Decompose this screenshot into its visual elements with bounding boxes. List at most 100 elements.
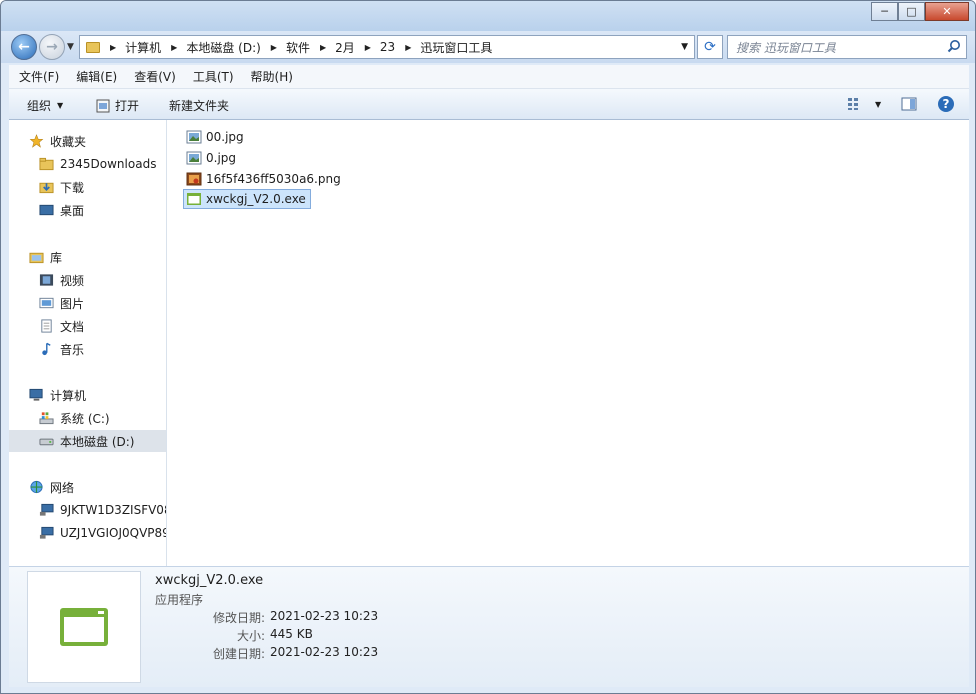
search-input[interactable]: 搜索 迅玩窗口工具 [727, 35, 967, 59]
view-options-icon [848, 98, 858, 110]
address-bar[interactable]: ▶ 计算机 ▶ 本地磁盘 (D:) ▶ 软件 ▶ 2月 ▶ 23 ▶ 迅玩窗口工… [79, 35, 695, 59]
nav-item-label: UZJ1VGIOJ0QVP89 [60, 526, 167, 540]
chevron-right-icon[interactable]: ▶ [320, 43, 326, 52]
file-item[interactable]: 00.jpg [186, 127, 248, 147]
content-area: 收藏夹 2345Downloads 下载 桌面 库 视频 图片 文档 音乐 计算… [9, 120, 969, 566]
navigation-pane[interactable]: 收藏夹 2345Downloads 下载 桌面 库 视频 图片 文档 音乐 计算… [9, 120, 167, 566]
menu-file[interactable]: 文件(F) [19, 68, 59, 85]
nav-favorites-label: 收藏夹 [50, 134, 87, 149]
new-folder-label: 新建文件夹 [169, 99, 230, 113]
close-button[interactable]: ✕ [925, 2, 969, 21]
nav-item-pictures[interactable]: 图片 [9, 292, 166, 314]
organize-label: 组织 [27, 99, 52, 113]
video-icon [39, 274, 54, 286]
nav-item-music[interactable]: 音乐 [9, 338, 166, 360]
address-dropdown-button[interactable]: ▼ [681, 42, 688, 52]
recent-pages-dropdown[interactable]: ▼ [67, 42, 74, 52]
svg-text:?: ? [943, 97, 950, 111]
chevron-right-icon[interactable]: ▶ [171, 43, 177, 52]
exe-app-icon [187, 193, 201, 205]
open-button[interactable]: 打开 [96, 97, 139, 114]
chevron-right-icon[interactable]: ▶ [365, 43, 371, 52]
menu-bar: 文件(F) 编辑(E) 查看(V) 工具(T) 帮助(H) [9, 65, 969, 89]
nav-item-documents[interactable]: 文档 [9, 315, 166, 337]
arrow-left-icon: ← [18, 39, 30, 55]
details-size-value: 445 KB [270, 627, 313, 641]
nav-item-label: 桌面 [60, 203, 85, 218]
title-bar[interactable]: ─ □ ✕ [1, 1, 975, 31]
maximize-button[interactable]: □ [898, 2, 925, 21]
file-item-selected[interactable]: xwckgj_V2.0.exe [183, 189, 311, 209]
chevron-right-icon[interactable]: ▶ [110, 43, 116, 52]
window-controls: ─ □ ✕ [871, 2, 969, 21]
nav-item-label: 文档 [60, 319, 85, 334]
nav-item-label: 音乐 [60, 342, 85, 357]
breadcrumb-item-drive-d[interactable]: 本地磁盘 (D:) [186, 39, 260, 56]
change-view-button[interactable]: ▼ [847, 97, 881, 111]
nav-item-label: 下载 [60, 180, 85, 195]
details-modified-label: 修改日期: [212, 611, 265, 625]
help-icon: ? [938, 96, 954, 112]
nav-item-videos[interactable]: 视频 [9, 269, 166, 291]
refresh-button[interactable]: ⟳ [697, 35, 723, 59]
details-file-type: 应用程序 [155, 593, 204, 607]
nav-network-label: 网络 [50, 480, 75, 495]
folder-icon [86, 41, 100, 53]
preview-pane-icon [901, 97, 917, 111]
file-item[interactable]: 16f5f436ff5030a6.png [186, 169, 345, 189]
details-modified-value[interactable]: 2021-02-23 10:23 [270, 609, 378, 623]
menu-tools[interactable]: 工具(T) [193, 68, 234, 85]
file-item[interactable]: 0.jpg [186, 148, 240, 168]
nav-network[interactable]: 网络 [9, 476, 166, 498]
nav-item-network-pc-2[interactable]: UZJ1VGIOJ0QVP89 [9, 522, 167, 544]
nav-item-desktop[interactable]: 桌面 [9, 199, 166, 221]
network-computer-icon [39, 503, 54, 516]
organize-button[interactable]: 组织 ▼ [27, 97, 63, 114]
details-size-label: 大小: [236, 629, 265, 643]
image-icon [186, 151, 202, 165]
pictures-icon [39, 297, 54, 309]
nav-item-drive-d[interactable]: 本地磁盘 (D:) [9, 430, 166, 452]
chevron-down-icon[interactable]: ▼ [875, 100, 881, 109]
search-icon[interactable] [947, 39, 961, 53]
help-button[interactable]: ? [937, 95, 955, 113]
hard-drive-icon [39, 438, 54, 446]
nav-favorites[interactable]: 收藏夹 [9, 130, 166, 152]
nav-item-label: 图片 [60, 296, 85, 311]
nav-libraries[interactable]: 库 [9, 246, 166, 268]
details-created-label: 创建日期: [212, 647, 265, 661]
new-folder-button[interactable]: 新建文件夹 [169, 97, 229, 114]
nav-computer[interactable]: 计算机 [9, 384, 166, 406]
nav-computer-label: 计算机 [50, 388, 87, 403]
chevron-right-icon[interactable]: ▶ [405, 43, 411, 52]
menu-edit[interactable]: 编辑(E) [76, 68, 117, 85]
breadcrumb-item-23[interactable]: 23 [380, 40, 395, 54]
nav-item-network-pc-1[interactable]: 9JKTW1D3ZISFV08 [9, 499, 166, 521]
details-created-value[interactable]: 2021-02-23 10:23 [270, 645, 378, 659]
breadcrumb-item-current-folder[interactable]: 迅玩窗口工具 [420, 39, 492, 56]
nav-item-2345downloads[interactable]: 2345Downloads [9, 153, 166, 175]
nav-item-downloads[interactable]: 下载 [9, 176, 166, 198]
file-name: xwckgj_V2.0.exe [206, 192, 306, 206]
forward-button[interactable]: → [39, 34, 65, 60]
document-icon [41, 319, 52, 333]
breadcrumb: ▶ 计算机 ▶ 本地磁盘 (D:) ▶ 软件 ▶ 2月 ▶ 23 ▶ 迅玩窗口工… [100, 39, 492, 56]
file-thumbnail [27, 571, 141, 683]
refresh-icon: ⟳ [704, 39, 716, 55]
nav-item-drive-c[interactable]: 系统 (C:) [9, 407, 166, 429]
details-file-name: xwckgj_V2.0.exe [155, 573, 264, 588]
breadcrumb-item-software[interactable]: 软件 [286, 39, 310, 56]
preview-pane-button[interactable] [901, 97, 917, 111]
breadcrumb-item-computer[interactable]: 计算机 [125, 39, 161, 56]
breadcrumb-item-february[interactable]: 2月 [335, 39, 355, 56]
nav-libraries-label: 库 [50, 250, 63, 265]
chevron-right-icon[interactable]: ▶ [271, 43, 277, 52]
nav-item-label: 2345Downloads [60, 157, 157, 171]
menu-view[interactable]: 查看(V) [134, 68, 176, 85]
network-computer-icon [39, 526, 54, 539]
search-placeholder: 搜索 迅玩窗口工具 [736, 40, 836, 55]
minimize-button[interactable]: ─ [871, 2, 898, 21]
menu-help[interactable]: 帮助(H) [251, 68, 293, 85]
library-icon [29, 252, 44, 264]
back-button[interactable]: ← [11, 34, 37, 60]
